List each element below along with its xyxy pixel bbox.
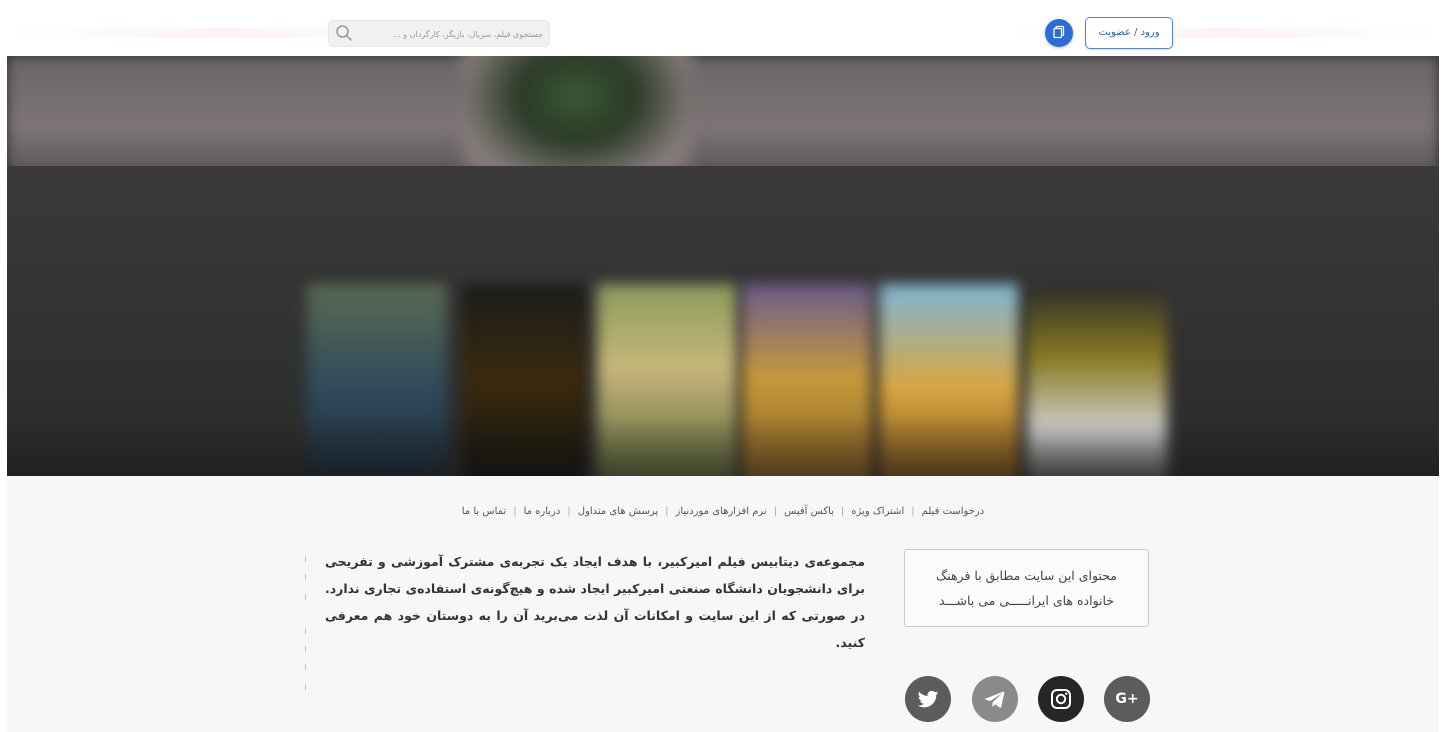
nav-separator: | bbox=[567, 506, 571, 517]
hero-background bbox=[7, 56, 1439, 174]
nav-separator: | bbox=[840, 506, 845, 517]
search-input[interactable] bbox=[357, 23, 545, 45]
footer-link-special-subscription[interactable]: اشتراک ویژه bbox=[851, 506, 904, 517]
nav-separator: | bbox=[665, 506, 669, 517]
header-decoration bbox=[10, 28, 1440, 38]
footer-link-movie-request[interactable]: درخواست فیلم bbox=[922, 506, 985, 517]
hero-shadow bbox=[7, 416, 1439, 476]
search-icon[interactable] bbox=[335, 24, 353, 42]
twitter-link[interactable] bbox=[905, 676, 951, 722]
family-content-notice: محتوای این سایت مطابق با فرهنگ خانواده ه… bbox=[904, 549, 1149, 627]
nav-separator: | bbox=[911, 506, 915, 517]
notice-line: محتوای این سایت مطابق با فرهنگ bbox=[936, 568, 1117, 583]
telegram-icon bbox=[983, 687, 1007, 711]
footer-link-contact-us[interactable]: تماس با ما bbox=[462, 506, 506, 517]
google-plus-icon: G+ bbox=[1115, 691, 1139, 707]
search-box[interactable] bbox=[328, 20, 550, 47]
footer-link-box-office[interactable]: باکس آفیس bbox=[784, 506, 834, 517]
footer-link-about-us[interactable]: درباره ما bbox=[524, 506, 561, 517]
footer-link-faq[interactable]: پرسش های متداول bbox=[578, 506, 658, 517]
login-register-button[interactable]: ورود / عضویت bbox=[1085, 17, 1173, 49]
footer-link-required-software[interactable]: نرم افزارهای موردنیاز bbox=[676, 506, 767, 517]
about-description: مجموعه‌ی دیتابیس فیلم امیرکبیر، با هدف ا… bbox=[325, 554, 865, 650]
instagram-icon bbox=[1049, 687, 1073, 711]
footer: درخواست فیلم | اشتراک ویژه | باکس آفیس | نرم ا… bbox=[7, 476, 1439, 732]
twitter-icon bbox=[916, 687, 940, 711]
google-plus-link[interactable]: G+ bbox=[1104, 676, 1150, 722]
cart-button[interactable] bbox=[1045, 19, 1073, 47]
footer-nav: درخواست فیلم | اشتراک ویژه | باکس آفیس | نرم ا… bbox=[7, 506, 1439, 517]
instagram-link[interactable] bbox=[1038, 676, 1084, 722]
top-header: ورود / عضویت bbox=[0, 0, 1445, 56]
nav-separator: | bbox=[513, 506, 517, 517]
nav-separator: | bbox=[773, 506, 778, 517]
notice-line: خانواده های ایرانـــــی می باشـــد bbox=[938, 593, 1115, 608]
document-copy-icon bbox=[1052, 24, 1066, 43]
decorative-ticks bbox=[305, 556, 311, 696]
telegram-link[interactable] bbox=[972, 676, 1018, 722]
hero-banner bbox=[7, 56, 1439, 476]
